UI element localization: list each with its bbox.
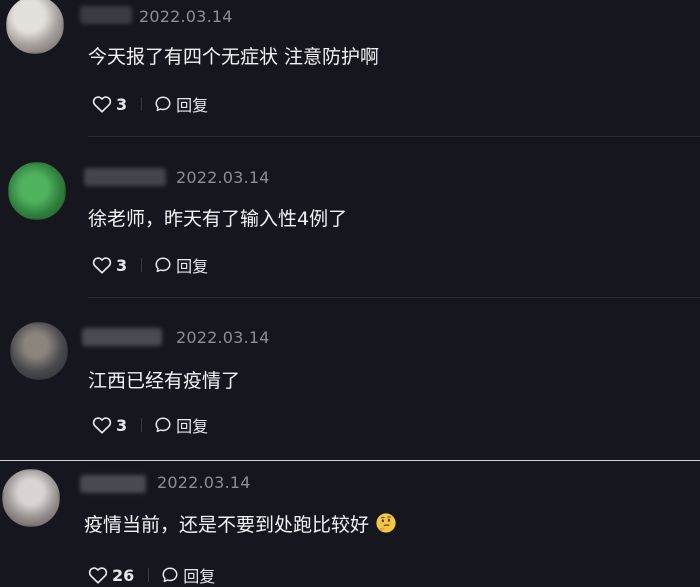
like-button[interactable]: 26	[88, 566, 134, 585]
username[interactable]	[80, 6, 132, 24]
comment-text: 疫情当前，还是不要到处跑比较好	[84, 510, 397, 537]
comment-item: 2022.03.14 徐老师，昨天有了输入性4例了 3 回复	[0, 150, 700, 290]
comment-actions: 3 回复	[92, 253, 208, 277]
comment-timestamp: 2022.03.14	[176, 328, 270, 347]
reply-label: 回复	[176, 96, 209, 115]
heart-icon	[92, 96, 112, 113]
like-count: 3	[116, 255, 128, 275]
heart-icon	[88, 567, 108, 584]
action-separator	[141, 97, 143, 111]
like-button[interactable]: 3	[92, 256, 127, 275]
comment-item: 2022.03.14 疫情当前，还是不要到处跑比较好 26 回复	[0, 461, 700, 586]
avatar[interactable]	[8, 162, 66, 220]
avatar[interactable]	[6, 0, 64, 54]
heart-icon	[92, 257, 112, 274]
reply-bubble-icon	[155, 96, 171, 112]
reply-bubble-icon	[155, 257, 171, 273]
comment-text: 今天报了有四个无症状 注意防护啊	[88, 46, 380, 68]
comment-actions: 3 回复	[92, 413, 208, 437]
comment-timestamp: 2022.03.14	[157, 473, 251, 492]
heart-icon	[92, 417, 112, 434]
comment-text: 徐老师，昨天有了输入性4例了	[88, 208, 348, 230]
comment-divider	[88, 136, 700, 137]
username[interactable]	[84, 168, 166, 186]
comment-text: 江西已经有疫情了	[88, 370, 241, 392]
username[interactable]	[80, 475, 146, 493]
avatar[interactable]	[10, 322, 68, 380]
comment-item: 2022.03.14 今天报了有四个无症状 注意防护啊 3 回复	[0, 0, 700, 130]
avatar[interactable]	[2, 469, 60, 527]
like-count: 3	[116, 94, 128, 114]
reply-label: 回复	[176, 417, 209, 436]
like-count: 26	[112, 565, 135, 585]
username[interactable]	[82, 328, 162, 346]
comment-divider	[88, 297, 700, 298]
action-separator	[148, 568, 150, 582]
like-button[interactable]: 3	[92, 416, 127, 435]
comment-timestamp: 2022.03.14	[176, 168, 270, 187]
reply-label: 回复	[176, 257, 209, 276]
reply-button[interactable]: 回复	[161, 563, 215, 587]
comment-actions: 3 回复	[92, 92, 208, 116]
comment-actions: 26 回复	[88, 563, 215, 587]
action-separator	[141, 418, 143, 432]
reply-button[interactable]: 回复	[154, 253, 208, 277]
reply-button[interactable]: 回复	[154, 92, 208, 116]
comment-timestamp: 2022.03.14	[139, 7, 233, 26]
like-count: 3	[116, 415, 128, 435]
thinking-face-emoji	[376, 513, 396, 533]
reply-label: 回复	[183, 567, 216, 586]
reply-bubble-icon	[162, 567, 178, 583]
reply-bubble-icon	[155, 417, 171, 433]
comment-text-body: 疫情当前，还是不要到处跑比较好	[84, 514, 370, 536]
reply-button[interactable]: 回复	[154, 413, 208, 437]
action-separator	[141, 258, 143, 272]
like-button[interactable]: 3	[92, 95, 127, 114]
comment-item: 2022.03.14 江西已经有疫情了 3 回复	[0, 310, 700, 450]
